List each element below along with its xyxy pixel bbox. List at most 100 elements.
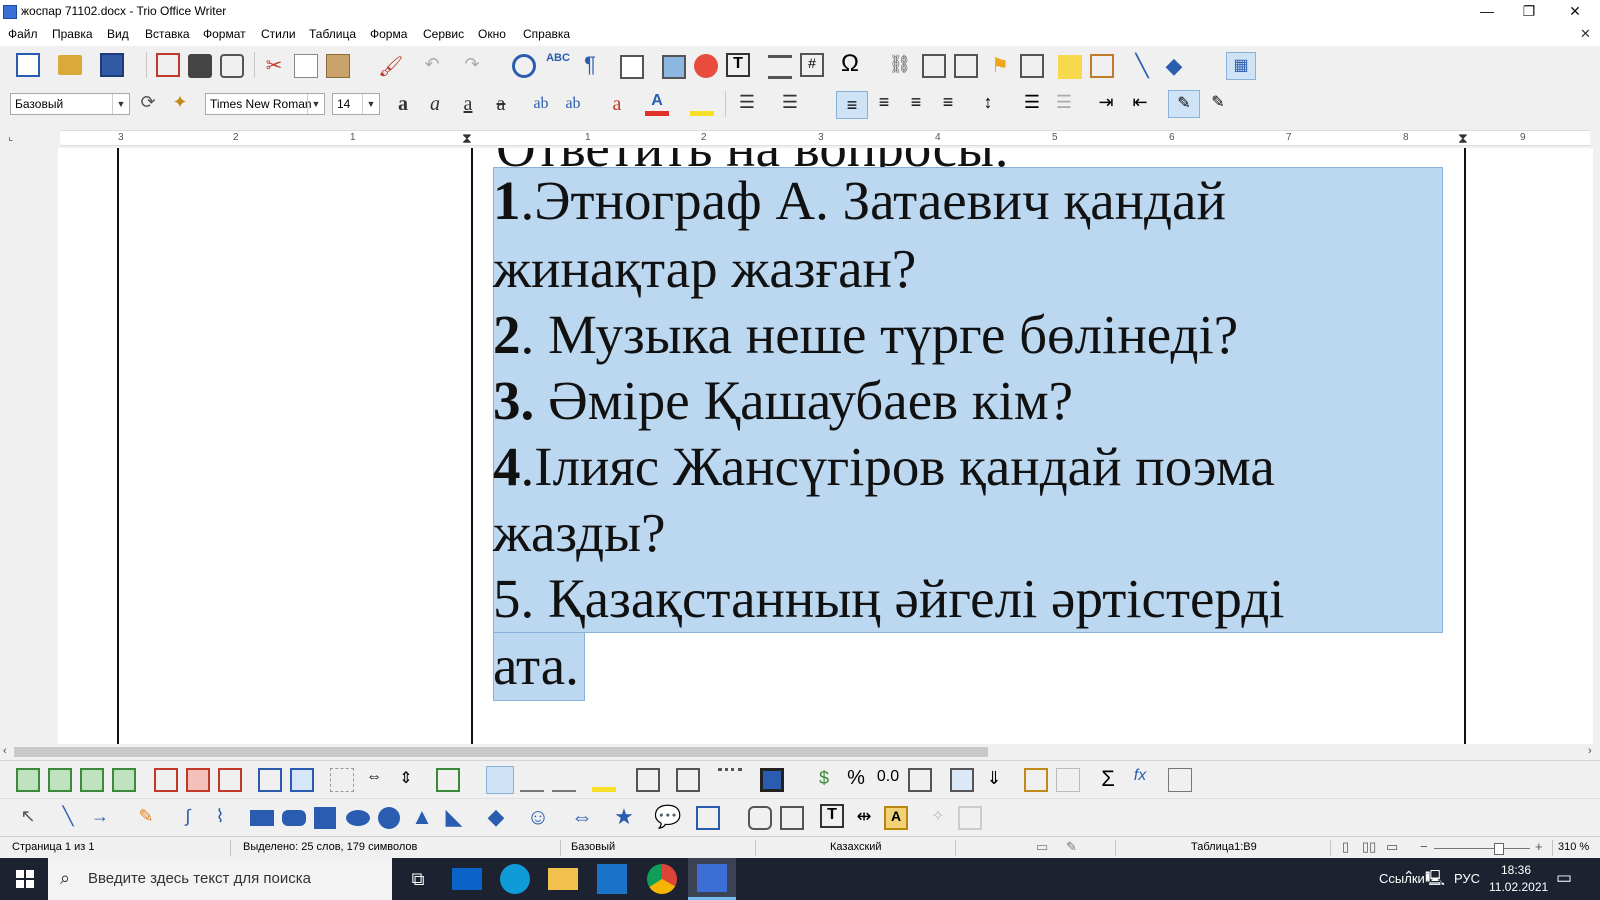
zoom-slider-thumb[interactable] <box>1494 843 1504 855</box>
border-color-icon[interactable] <box>760 768 784 792</box>
insert-image-icon[interactable] <box>662 55 686 79</box>
stars-icon[interactable]: ★ <box>612 804 636 829</box>
menu-edit[interactable]: Правка <box>52 27 93 41</box>
block-arrows-icon[interactable]: ⇔ <box>570 804 594 829</box>
increase-paragraph-spacing-icon[interactable]: ☰ <box>1020 92 1044 116</box>
highlight-icon[interactable] <box>690 92 714 116</box>
fontwork-icon[interactable]: A <box>884 806 908 830</box>
clear-formatting-icon[interactable]: a <box>604 91 630 117</box>
menu-help[interactable]: Справка <box>523 27 570 41</box>
clone-formatting-icon[interactable]: 🖌 <box>378 54 403 78</box>
bold-icon[interactable]: a <box>390 91 416 117</box>
align-center-icon[interactable]: ≡ <box>872 92 896 116</box>
delete-table-icon[interactable] <box>218 768 242 792</box>
open-folder-icon[interactable] <box>58 55 82 75</box>
decrease-paragraph-spacing-icon[interactable]: ☰ <box>1052 92 1076 116</box>
update-style-icon[interactable]: ⟳ <box>136 92 160 116</box>
document-area[interactable]: Ответить на вопросы: 1.Этнограф А. Затае… <box>0 148 1600 744</box>
scroll-left-icon[interactable]: ‹ <box>3 745 7 757</box>
insert-chart-icon[interactable] <box>694 54 718 78</box>
find-replace-icon[interactable] <box>512 54 536 78</box>
links-toolbar[interactable]: Ссылки <box>1379 871 1425 886</box>
borders-icon[interactable] <box>676 768 700 792</box>
arrow-line-icon[interactable]: → <box>88 806 112 830</box>
font-size-select[interactable]: 14 ▼ <box>332 93 380 115</box>
border-style-icon[interactable] <box>718 768 742 792</box>
rounded-rectangle-icon[interactable] <box>282 810 306 826</box>
rectangle-icon[interactable] <box>250 810 274 826</box>
menu-insert[interactable]: Вставка <box>145 27 190 41</box>
spellcheck-icon[interactable]: ABC <box>546 52 570 76</box>
menu-form[interactable]: Форма <box>370 27 407 41</box>
table-cell-indicator[interactable]: Таблица1:B9 <box>1191 841 1257 853</box>
page-style[interactable]: Базовый <box>571 841 615 853</box>
align-left-icon[interactable]: ≡ <box>836 91 868 119</box>
sidebar-properties-icon[interactable]: ✎ <box>1206 92 1230 116</box>
comment-icon[interactable] <box>1058 55 1082 79</box>
zoom-level[interactable]: 310 % <box>1558 841 1589 853</box>
smiley-symbol-shapes-icon[interactable]: ☺ <box>526 804 550 829</box>
horizontal-ruler[interactable]: ⌞ 3 2 1 1 2 3 4 5 6 7 8 9 ⧗ ⧗ <box>0 124 1600 148</box>
document-modified-icon[interactable]: ✎ <box>1066 839 1077 855</box>
insert-vertical-text-icon[interactable]: ⇹ <box>852 806 876 830</box>
freeform-line-icon[interactable]: ✎ <box>134 806 158 830</box>
delete-row-icon[interactable] <box>154 768 178 792</box>
line-spacing-icon[interactable]: ↕ <box>976 92 1000 116</box>
insert-column-before-icon[interactable] <box>80 768 104 792</box>
clock-date[interactable]: 11.02.2021 <box>1489 880 1548 894</box>
chevron-up-icon[interactable]: ⌃ <box>1403 868 1415 885</box>
align-top-icon[interactable] <box>486 766 514 794</box>
indent-marker-icon[interactable]: ⧗ <box>462 130 472 147</box>
table-properties-icon[interactable] <box>1024 768 1048 792</box>
footnote-icon[interactable] <box>922 54 946 78</box>
chrome-browser-icon[interactable] <box>647 864 677 894</box>
taskbar-search-box[interactable]: ⌕ Введите здесь текст для поиска <box>48 858 392 900</box>
menu-tools[interactable]: Сервис <box>423 27 464 41</box>
insert-line-icon[interactable]: ╲ <box>1130 53 1154 78</box>
track-changes-icon[interactable] <box>1090 54 1114 78</box>
circle-icon[interactable] <box>378 807 400 829</box>
points-edit-icon[interactable] <box>780 806 804 830</box>
font-color-icon[interactable]: A <box>645 92 669 116</box>
ellipse-icon[interactable] <box>346 810 370 826</box>
draw-functions-icon[interactable]: ▦ <box>1226 52 1256 80</box>
shadow-icon[interactable] <box>958 806 982 830</box>
hyperlink-icon[interactable]: ⛓ <box>888 54 912 78</box>
basic-shapes-icon[interactable]: ◆ <box>1162 53 1186 78</box>
flowchart-icon[interactable] <box>696 806 720 830</box>
single-page-view-icon[interactable]: ▯ <box>1342 839 1349 855</box>
align-right-icon[interactable]: ≡ <box>904 92 928 116</box>
insert-field-icon[interactable]: # <box>800 53 824 77</box>
close-button[interactable]: ✕ <box>1552 0 1598 24</box>
print-icon[interactable] <box>188 54 212 78</box>
scroll-right-icon[interactable]: › <box>1588 745 1592 757</box>
save-icon[interactable] <box>100 53 124 77</box>
triangle-icon[interactable]: ▲ <box>410 804 434 829</box>
book-view-icon[interactable]: ▭ <box>1386 839 1398 855</box>
insert-row-below-icon[interactable] <box>48 768 72 792</box>
increase-indent-icon[interactable]: ⇥ <box>1094 92 1118 116</box>
redo-icon[interactable]: ↷ <box>460 54 484 78</box>
split-table-icon[interactable]: ⇕ <box>394 768 418 792</box>
menu-table[interactable]: Таблица <box>309 27 356 41</box>
menu-styles[interactable]: Стили <box>261 27 296 41</box>
menu-file[interactable]: Файл <box>8 27 38 41</box>
file-explorer-icon[interactable] <box>548 868 578 890</box>
zoom-out-icon[interactable]: − <box>1420 839 1428 854</box>
curve-icon[interactable]: ∫ <box>176 806 200 830</box>
line-icon[interactable]: ╲ <box>56 806 80 830</box>
menu-format[interactable]: Формат <box>203 27 246 41</box>
edge-browser-icon[interactable] <box>500 864 530 894</box>
insert-caption-icon[interactable] <box>950 768 974 792</box>
insert-page-break-icon[interactable] <box>768 55 792 79</box>
insert-callout-icon[interactable] <box>748 806 772 830</box>
insert-row-above-icon[interactable] <box>16 768 40 792</box>
task-view-icon[interactable]: ⧉ <box>403 864 433 894</box>
number-format-icon[interactable] <box>908 768 932 792</box>
callouts-icon[interactable]: 💬 <box>654 804 681 829</box>
subscript-icon[interactable]: ab <box>560 91 586 117</box>
superscript-icon[interactable]: ab <box>528 91 554 117</box>
insert-textbox-icon[interactable]: T <box>726 53 750 77</box>
select-cell-icon[interactable] <box>258 768 282 792</box>
diamond-shapes-icon[interactable]: ◆ <box>484 804 508 829</box>
